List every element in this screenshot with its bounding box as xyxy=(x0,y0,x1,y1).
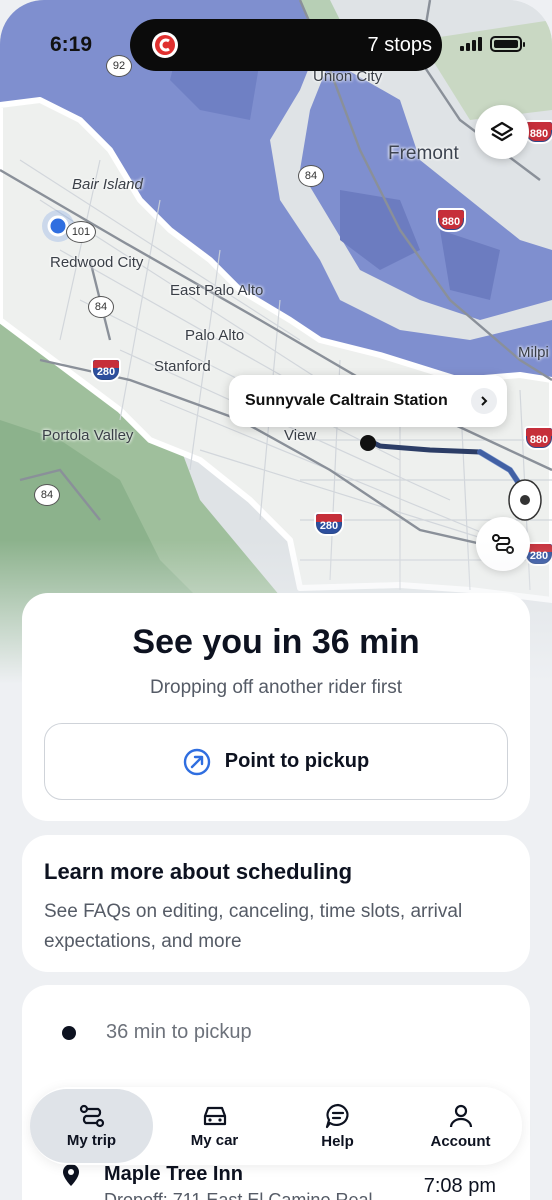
interstate-shield-280: 280 xyxy=(91,358,121,382)
point-to-pickup-button[interactable]: Point to pickup xyxy=(44,723,508,800)
battery-icon xyxy=(490,36,525,52)
layers-icon xyxy=(490,121,514,142)
map-label-bair-island: Bair Island xyxy=(72,176,143,193)
eta-card: See you in 36 min Dropping off another r… xyxy=(22,593,530,821)
arrow-up-right-circle-icon xyxy=(183,748,210,775)
nav-my-car-label: My car xyxy=(190,1131,239,1149)
app-logo-icon xyxy=(152,32,178,58)
route-shield-84: 84 xyxy=(88,296,114,318)
dynamic-island[interactable]: 7 stops xyxy=(130,19,442,71)
route-icon xyxy=(79,1104,104,1127)
learn-title: Learn more about scheduling xyxy=(44,859,353,884)
dropoff-row[interactable]: Maple Tree Inn Dropoff: 711 East El Cami… xyxy=(62,1163,372,1200)
stop-detail: Dropoff: 711 East El Camino Real xyxy=(104,1190,373,1200)
chevron-right-icon xyxy=(471,388,497,414)
map-label-portola-valley: Portola Valley xyxy=(42,427,134,444)
point-to-pickup-label: Point to pickup xyxy=(224,750,370,772)
nav-help-label: Help xyxy=(321,1132,354,1150)
status-icons xyxy=(460,36,525,52)
nav-account-label: Account xyxy=(430,1132,491,1150)
map-label-east-palo-alto: East Palo Alto xyxy=(170,282,264,299)
map-label-stanford: Stanford xyxy=(154,358,211,375)
map-label-redwood-city: Redwood City xyxy=(50,254,144,271)
pickup-row: 36 min to pickup xyxy=(62,1021,252,1044)
bottom-nav: My trip My car Help Account xyxy=(30,1087,522,1165)
learn-description: See FAQs on editing, canceling, time slo… xyxy=(44,901,463,952)
pickup-eta: 36 min to pickup xyxy=(106,1021,252,1043)
route-shield-84: 84 xyxy=(298,165,324,187)
status-time: 6:19 xyxy=(50,33,93,56)
live-activity-stops: 7 stops xyxy=(367,33,432,56)
eta-title: See you in 36 min xyxy=(132,623,420,661)
destination-callout[interactable]: Sunnyvale Caltrain Station xyxy=(229,375,507,427)
map-label-mountain-view: View xyxy=(284,427,317,444)
interstate-shield-880: 880 xyxy=(524,426,552,450)
map-label-fremont: Fremont xyxy=(388,143,459,164)
nav-help[interactable]: Help xyxy=(276,1089,399,1163)
stop-name: Maple Tree Inn xyxy=(104,1163,243,1185)
interstate-shield-880: 880 xyxy=(436,208,466,232)
route-shield-84: 84 xyxy=(34,484,60,506)
signal-icon xyxy=(460,37,482,51)
map-label-palo-alto: Palo Alto xyxy=(185,327,245,344)
learn-scheduling-card[interactable]: Learn more about scheduling See FAQs on … xyxy=(22,835,530,972)
chat-bubble-icon xyxy=(325,1103,349,1128)
nav-my-trip[interactable]: My trip xyxy=(30,1089,153,1163)
car-icon xyxy=(203,1106,226,1125)
eta-subtitle: Dropping off another rider first xyxy=(149,677,403,698)
route-shield-92: 92 xyxy=(106,55,132,77)
map-layers-button[interactable] xyxy=(475,105,529,159)
nav-account[interactable]: Account xyxy=(399,1089,522,1163)
pickup-dot-icon xyxy=(62,1025,76,1040)
interstate-shield-280: 280 xyxy=(314,512,344,536)
nav-my-car[interactable]: My car xyxy=(153,1089,276,1163)
route-shield-101: 101 xyxy=(66,221,96,243)
map-label-milpitas: Milpi xyxy=(518,344,549,361)
person-icon xyxy=(449,1104,472,1127)
location-pin-icon xyxy=(63,1164,79,1186)
stop-time: 7:08 pm xyxy=(423,1175,496,1197)
callout-label: Sunnyvale Caltrain Station xyxy=(245,392,448,409)
nav-my-trip-label: My trip xyxy=(66,1131,117,1149)
